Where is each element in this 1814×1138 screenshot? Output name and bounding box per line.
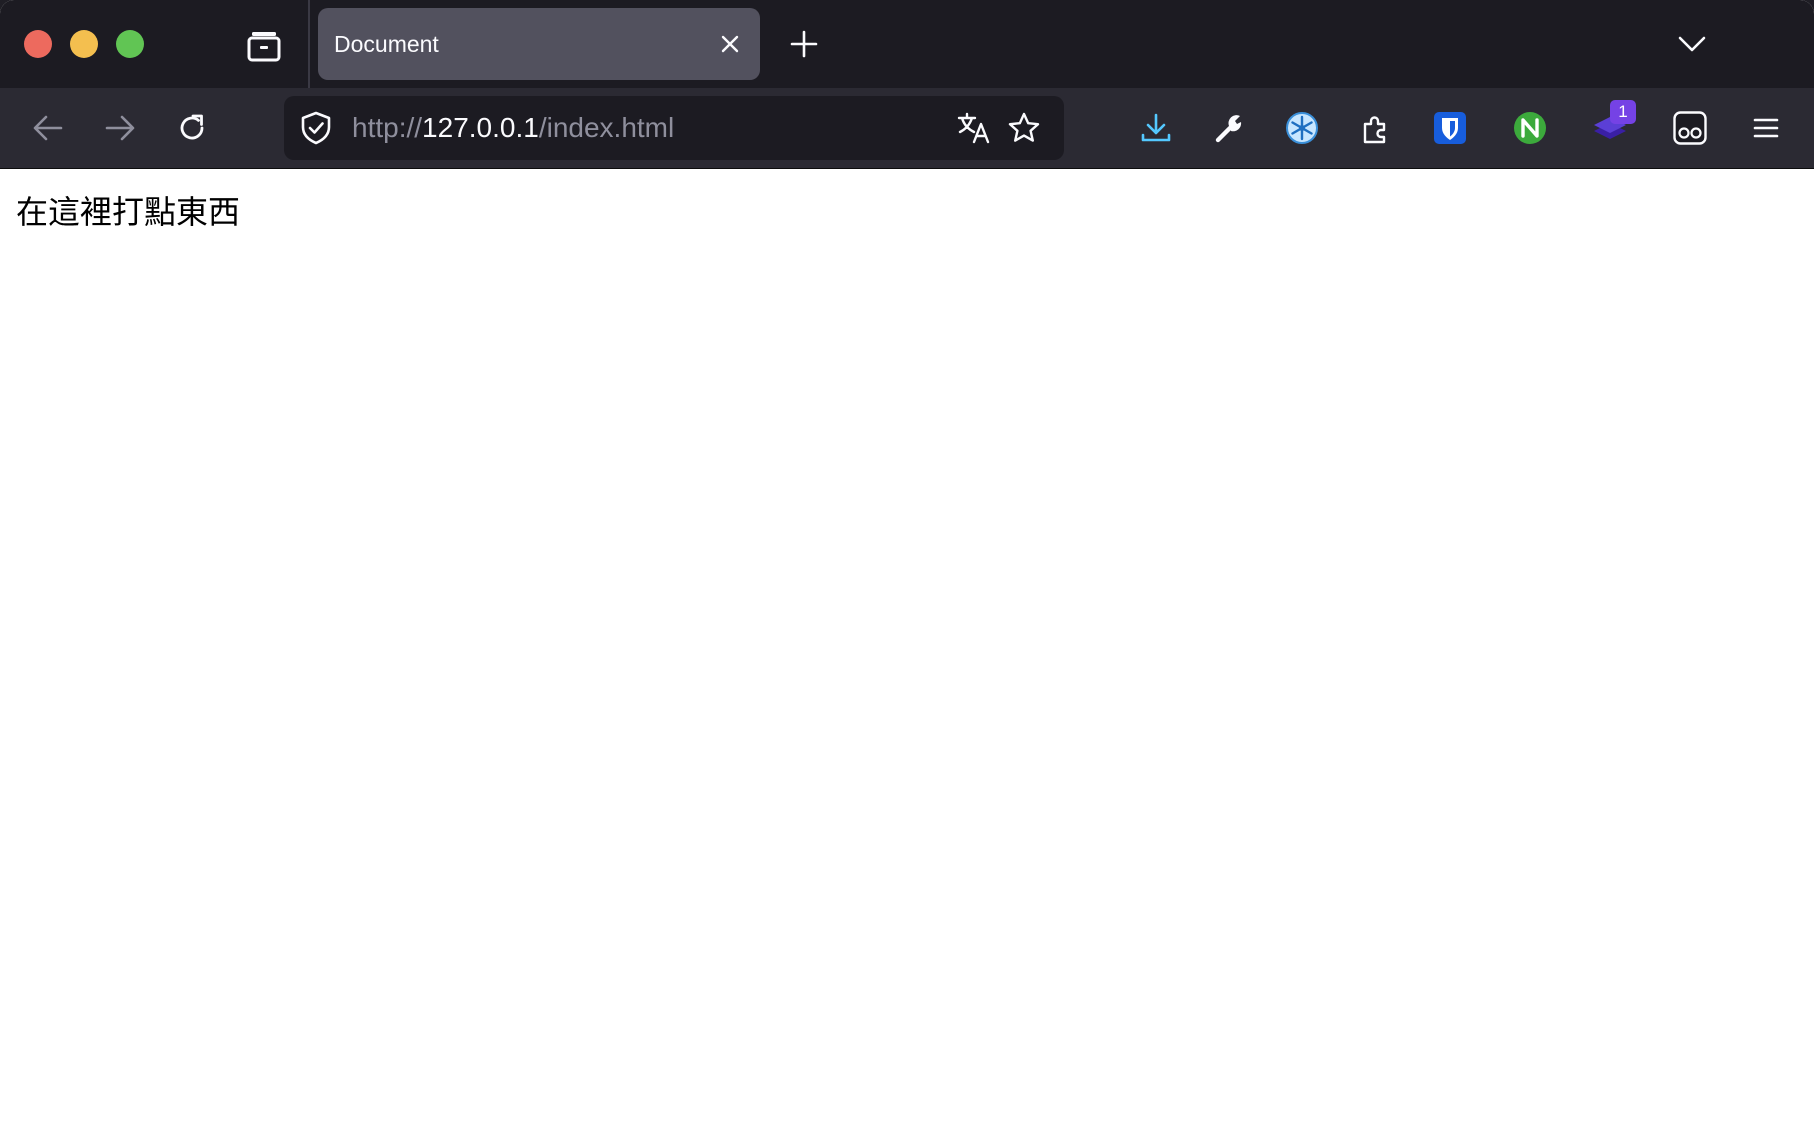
- glasses-extension-icon: [1673, 111, 1707, 145]
- reload-button[interactable]: [168, 104, 216, 152]
- window-maximize-button[interactable]: [116, 30, 144, 58]
- stacked-extension-button[interactable]: 1: [1586, 100, 1636, 152]
- back-button[interactable]: [24, 104, 72, 152]
- close-icon: [720, 34, 740, 54]
- tab-document[interactable]: Document: [318, 8, 760, 80]
- page-text: 在這裡打點東西: [16, 193, 241, 231]
- extensions-puzzle-icon: [1359, 112, 1391, 144]
- forward-button[interactable]: [96, 104, 144, 152]
- extension-badge: 1: [1610, 100, 1636, 124]
- translate-button[interactable]: [954, 108, 994, 148]
- hamburger-menu-icon: [1752, 116, 1780, 140]
- url-bar[interactable]: http://127.0.0.1/index.html: [284, 96, 1064, 160]
- browser-window: Document http://127.0.0.1/index.html 1 在…: [0, 0, 1814, 1138]
- url-input[interactable]: http://127.0.0.1/index.html: [352, 96, 674, 160]
- bitwarden-extension-button[interactable]: [1426, 104, 1474, 152]
- reload-icon: [176, 112, 208, 144]
- tab-overview-icon: [247, 30, 281, 62]
- shield-icon: [300, 111, 332, 145]
- tab-overview-button[interactable]: [244, 26, 284, 66]
- tab-close-button[interactable]: [714, 28, 746, 60]
- tab-title: Document: [334, 31, 439, 57]
- star-icon: [1007, 111, 1041, 145]
- downloads-icon: [1140, 112, 1172, 144]
- downloads-button[interactable]: [1132, 104, 1180, 152]
- translate-icon: [957, 112, 991, 144]
- page-content: 在這裡打點東西: [0, 169, 1814, 1138]
- url-host: 127.0.0.1: [422, 112, 539, 143]
- chevron-down-icon: [1678, 35, 1706, 53]
- plus-icon: [790, 30, 818, 58]
- tracking-protection-button[interactable]: [298, 110, 334, 146]
- app-menu-button[interactable]: [1742, 104, 1790, 152]
- tab-strip-separator: [308, 0, 310, 88]
- list-all-tabs-button[interactable]: [1672, 24, 1712, 64]
- window-close-button[interactable]: [24, 30, 52, 58]
- navigation-toolbar: http://127.0.0.1/index.html 1: [0, 88, 1814, 169]
- bitwarden-icon: [1433, 111, 1467, 145]
- glasses-extension-button[interactable]: [1666, 104, 1714, 152]
- snowflake-extension-icon: [1285, 111, 1319, 145]
- url-scheme: http://: [352, 112, 423, 143]
- wrench-icon: [1214, 112, 1246, 144]
- tab-strip: Document: [0, 0, 1814, 88]
- extensions-button[interactable]: [1351, 104, 1399, 152]
- window-minimize-button[interactable]: [70, 30, 98, 58]
- green-n-extension-button[interactable]: [1506, 104, 1554, 152]
- arrow-left-icon: [32, 114, 64, 142]
- bookmark-star-button[interactable]: [1004, 108, 1044, 148]
- green-n-extension-icon: [1513, 111, 1547, 145]
- new-tab-button[interactable]: [784, 24, 824, 64]
- url-path: /index.html: [538, 112, 675, 143]
- wrench-extension-button[interactable]: [1206, 104, 1254, 152]
- snowflake-extension-button[interactable]: [1278, 104, 1326, 152]
- arrow-right-icon: [104, 114, 136, 142]
